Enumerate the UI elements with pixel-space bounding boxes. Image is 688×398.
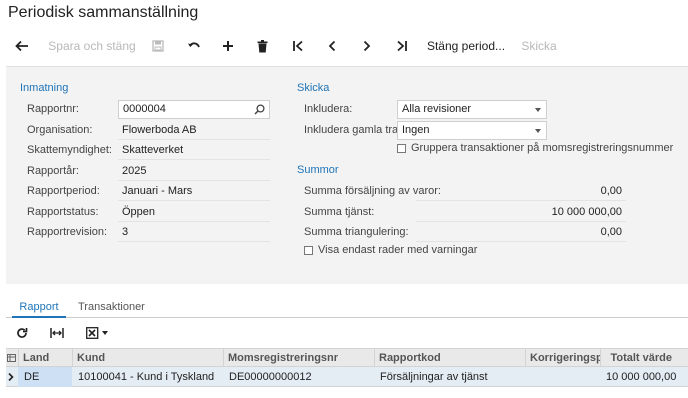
chevron-down-icon — [535, 129, 541, 133]
grid-toolbar — [6, 320, 688, 346]
checkbox-box[interactable] — [397, 143, 406, 153]
send-button[interactable]: Skicka — [516, 32, 562, 60]
refresh-button[interactable] — [12, 324, 32, 342]
report-year-value: 2025 — [118, 162, 270, 181]
excel-export-icon — [86, 327, 99, 339]
include-select-value: Alla revisioner — [402, 103, 472, 115]
export-excel-button[interactable] — [82, 324, 112, 342]
trash-icon — [257, 39, 267, 52]
next-record-button[interactable] — [357, 32, 377, 60]
undo-icon — [188, 42, 200, 48]
cell-korrigeringsperiod[interactable] — [525, 367, 600, 387]
toolbar: Spara och stäng Stäng period... Skicka — [0, 32, 688, 60]
grid-header: Land Kund Momsregistreringsnr Rapportkod… — [6, 348, 688, 367]
save-and-close-button[interactable]: Spara och stäng — [46, 32, 138, 60]
tax-agency-value: Skatteverket — [118, 141, 270, 160]
report-period-value: Januari - Mars — [118, 182, 270, 201]
grid-settings-icon — [7, 354, 16, 362]
warnings-only-label: Visa endast rader med varningar — [318, 244, 478, 256]
refresh-icon — [17, 328, 28, 338]
report-number-input[interactable]: 0000004 — [118, 100, 270, 119]
tab-rapport[interactable]: Rapport — [12, 298, 66, 318]
add-button[interactable] — [218, 32, 238, 60]
sum-goods-value: 0,00 — [416, 182, 626, 201]
tax-agency-label: Skattemyndighet: — [27, 144, 112, 156]
last-record-button[interactable] — [392, 32, 412, 60]
report-period-label: Rapportperiod: — [27, 185, 100, 197]
row-selector[interactable] — [6, 367, 18, 387]
section-title-inmatning: Inmatning — [20, 82, 69, 94]
fit-columns-button[interactable] — [46, 324, 68, 342]
organisation-label: Organisation: — [27, 124, 93, 136]
cell-kund[interactable]: 10100041 - Kund i Tyskland — [72, 367, 223, 387]
include-old-label: Inkludera gamla tra... — [304, 124, 408, 136]
form-panel: Inmatning Rapportnr: 0000004 Organisatio… — [6, 66, 688, 284]
include-select[interactable]: Alla revisioner — [397, 100, 547, 119]
report-year-label: Rapportår: — [27, 165, 79, 177]
periodic-summary-screen: Periodisk sammanställning Spara och stän… — [0, 0, 688, 398]
close-period-button[interactable]: Stäng period... — [424, 32, 508, 60]
cell-rapportkod[interactable]: Försäljningar av tjänst — [374, 367, 525, 387]
chevron-right-icon — [363, 40, 371, 52]
fit-width-icon — [50, 328, 64, 338]
group-transactions-checkbox[interactable]: Gruppera transaktioner på momsregistreri… — [397, 142, 673, 154]
first-record-button[interactable] — [288, 32, 308, 60]
report-number-value: 0000004 — [123, 103, 166, 115]
organisation-value: Flowerboda AB — [118, 121, 270, 140]
column-header-korrigeringsperiod[interactable]: Korrigeringsp — [525, 349, 600, 367]
column-header-land[interactable]: Land — [18, 349, 72, 367]
section-title-summor: Summor — [297, 164, 339, 176]
include-old-select-value: Ingen — [402, 124, 430, 136]
cell-totalt-varde[interactable]: 10 000 000,00 — [600, 367, 676, 387]
report-revision-value: 3 — [118, 223, 270, 242]
floppy-disk-icon — [152, 40, 164, 52]
tab-bar: Rapport Transaktioner — [6, 298, 688, 318]
column-header-kund[interactable]: Kund — [72, 349, 223, 367]
chevron-down-icon — [535, 108, 541, 112]
plus-icon — [223, 41, 233, 51]
last-page-icon — [397, 40, 407, 52]
cell-land[interactable]: DE — [18, 367, 72, 387]
section-title-skicka: Skicka — [297, 82, 330, 94]
sum-triangulation-label: Summa triangulering: — [304, 226, 409, 238]
checkbox-box[interactable] — [304, 245, 313, 255]
arrow-left-icon — [15, 40, 28, 52]
column-header-momsregistreringsnr[interactable]: Momsregistreringsnr — [223, 349, 374, 367]
chevron-left-icon — [328, 40, 336, 52]
group-transactions-label: Gruppera transaktioner på momsregistreri… — [411, 142, 674, 154]
include-label: Inkludera: — [304, 103, 353, 115]
search-icon[interactable] — [254, 104, 265, 115]
column-header-totalt-varde[interactable]: Totalt värde — [600, 349, 676, 367]
page-title: Periodisk sammanställning — [8, 4, 199, 21]
report-status-value: Öppen — [118, 203, 270, 222]
sum-services-value: 10 000 000,00 — [416, 203, 626, 222]
save-button[interactable] — [148, 32, 168, 60]
table-row[interactable]: DE 10100041 - Kund i Tyskland DE00000000… — [6, 367, 688, 387]
report-status-label: Rapportstatus: — [27, 206, 99, 218]
chevron-down-icon — [102, 331, 108, 335]
report-revision-label: Rapportrevision: — [27, 226, 108, 238]
report-number-label: Rapportnr: — [27, 103, 79, 115]
report-grid: Land Kund Momsregistreringsnr Rapportkod… — [6, 348, 688, 387]
first-page-icon — [293, 40, 303, 52]
warnings-only-checkbox[interactable]: Visa endast rader med varningar — [304, 244, 477, 256]
back-button[interactable] — [10, 32, 34, 60]
column-header-rapportkod[interactable]: Rapportkod — [374, 349, 525, 367]
tab-transaktioner[interactable]: Transaktioner — [78, 298, 145, 318]
cell-momsregistreringsnr[interactable]: DE00000000012 — [223, 367, 374, 387]
include-old-select[interactable]: Ingen — [397, 121, 547, 140]
current-row-chevron-icon — [8, 372, 14, 382]
previous-record-button[interactable] — [322, 32, 342, 60]
sum-triangulation-value: 0,00 — [416, 223, 626, 242]
sum-services-label: Summa tjänst: — [304, 206, 375, 218]
undo-button[interactable] — [184, 32, 204, 60]
row-selector-header[interactable] — [6, 349, 18, 367]
delete-button[interactable] — [252, 32, 272, 60]
